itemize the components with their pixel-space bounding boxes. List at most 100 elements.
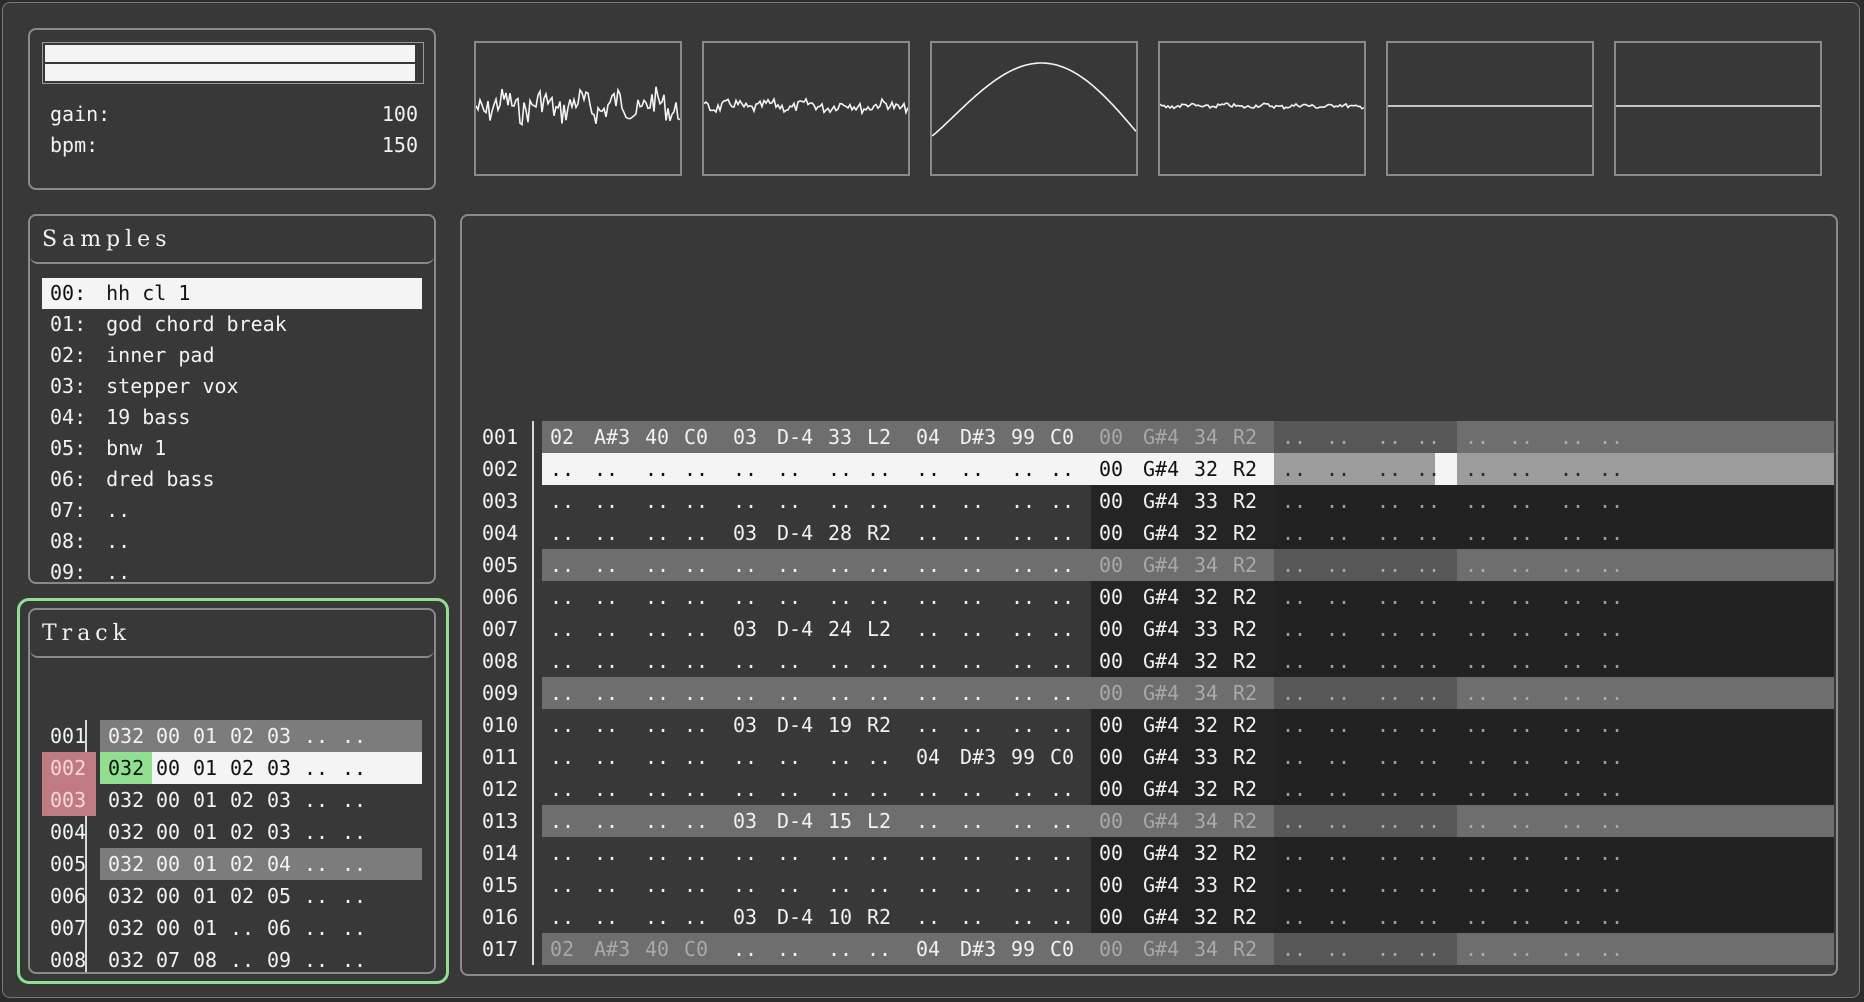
pattern-cell[interactable]: .. xyxy=(733,581,757,613)
pattern-cell[interactable]: .. xyxy=(916,869,940,901)
pattern-cell[interactable]: .. xyxy=(594,485,618,517)
pattern-cell[interactable]: .. xyxy=(828,741,852,773)
pattern-cell[interactable]: .. xyxy=(1050,837,1074,869)
track-row[interactable]: 008 032 07 08.. 09.... xyxy=(42,944,422,972)
pattern-cell[interactable]: G#4 xyxy=(1143,581,1179,613)
pattern-cell[interactable]: .. xyxy=(1282,421,1306,453)
pattern-row[interactable]: 004........ 03 D-4 28 R2........ 00 G#4 32 R2...… xyxy=(468,517,1834,549)
pattern-cell[interactable]: .. xyxy=(550,741,574,773)
pattern-row[interactable]: 011................ 04 D#3 99 C0 00 G#4 33 R2...… xyxy=(468,741,1834,773)
pattern-cell[interactable]: .. xyxy=(1465,549,1489,581)
pattern-row[interactable]: 012........................ 00 G#4 32 R2....… xyxy=(468,773,1834,805)
pattern-cell[interactable]: .. xyxy=(684,773,708,805)
pattern-cell[interactable]: .. xyxy=(1377,613,1401,645)
track-cell[interactable]: .. xyxy=(342,784,366,816)
pattern-cell[interactable]: .. xyxy=(1326,901,1350,933)
pattern-cell[interactable]: .. xyxy=(960,549,984,581)
track-cell[interactable]: 032 xyxy=(108,784,144,816)
pattern-cell[interactable]: 33 xyxy=(1194,613,1218,645)
pattern-cell[interactable]: .. xyxy=(1509,837,1533,869)
pattern-cell[interactable]: .. xyxy=(645,581,669,613)
pattern-cell[interactable]: .. xyxy=(1465,837,1489,869)
pattern-cell[interactable]: .. xyxy=(1326,549,1350,581)
pattern-cell[interactable]: .. xyxy=(1416,901,1440,933)
pattern-cell[interactable]: .. xyxy=(1560,613,1584,645)
pattern-cell[interactable]: 32 xyxy=(1194,517,1218,549)
pattern-cell[interactable]: .. xyxy=(1509,805,1533,837)
pattern-cell[interactable]: 34 xyxy=(1194,421,1218,453)
pattern-cell[interactable]: .. xyxy=(1560,421,1584,453)
pattern-cell[interactable]: .. xyxy=(594,613,618,645)
pattern-row[interactable]: 001 02 A#3 40 C0 03 D-4 33 L2 04 D#3 99 C0 00 G#4 34 R2.… xyxy=(468,421,1834,453)
pattern-cell[interactable]: .. xyxy=(1050,581,1074,613)
pattern-cell[interactable]: G#4 xyxy=(1143,549,1179,581)
pattern-cell[interactable]: .. xyxy=(1465,677,1489,709)
track-row[interactable]: 003 032 00 01 02 03.... xyxy=(42,784,422,816)
pattern-cell[interactable]: .. xyxy=(1377,517,1401,549)
pattern-row[interactable]: 010........ 03 D-4 19 R2........ 00 G#4 32 R2...… xyxy=(468,709,1834,741)
pattern-cell[interactable]: .. xyxy=(645,613,669,645)
track-sequence[interactable]: 001 032 00 01 02 03.... 002 032 00 01 02 03.... 003 0… xyxy=(42,720,422,972)
pattern-cell[interactable]: G#4 xyxy=(1143,677,1179,709)
track-cell[interactable]: .. xyxy=(304,880,328,912)
pattern-cell[interactable]: .. xyxy=(960,453,984,485)
pattern-cell[interactable]: .. xyxy=(550,805,574,837)
pattern-cell[interactable]: 00 xyxy=(1099,901,1123,933)
pattern-cell[interactable]: .. xyxy=(1011,645,1035,677)
pattern-cell[interactable]: .. xyxy=(1326,677,1350,709)
pattern-cell[interactable]: 00 xyxy=(1099,421,1123,453)
pattern-cell[interactable]: .. xyxy=(1377,645,1401,677)
pattern-cell[interactable]: .. xyxy=(1560,517,1584,549)
pattern-cell[interactable]: .. xyxy=(1465,933,1489,965)
pattern-cell[interactable]: .. xyxy=(1465,421,1489,453)
pattern-cell[interactable]: .. xyxy=(1326,741,1350,773)
pattern-cell[interactable]: G#4 xyxy=(1143,901,1179,933)
pattern-cell[interactable]: .. xyxy=(684,645,708,677)
pattern-cell[interactable]: .. xyxy=(1326,613,1350,645)
pattern-cell[interactable]: .. xyxy=(594,869,618,901)
pattern-cell[interactable]: .. xyxy=(1509,453,1533,485)
pattern-cell[interactable]: .. xyxy=(1599,645,1623,677)
pattern-cell[interactable]: G#4 xyxy=(1143,613,1179,645)
pattern-cell[interactable]: .. xyxy=(916,453,940,485)
track-cell[interactable]: 06 xyxy=(267,912,291,944)
track-cell[interactable]: 00 xyxy=(156,720,180,752)
pattern-cell[interactable]: .. xyxy=(1326,837,1350,869)
pattern-cell[interactable]: .. xyxy=(1011,485,1035,517)
pattern-cell[interactable]: 04 xyxy=(916,421,940,453)
pattern-cell[interactable]: .. xyxy=(1560,581,1584,613)
pattern-cell[interactable]: 00 xyxy=(1099,709,1123,741)
pattern-cell[interactable]: 32 xyxy=(1194,773,1218,805)
sample-item[interactable]: 09:.. xyxy=(42,557,422,582)
pattern-cell[interactable]: .. xyxy=(1377,837,1401,869)
track-cell[interactable]: .. xyxy=(304,752,328,784)
pattern-cell[interactable]: .. xyxy=(828,453,852,485)
pattern-cell[interactable]: 03 xyxy=(733,613,757,645)
pattern-cell[interactable]: .. xyxy=(684,869,708,901)
sample-item[interactable]: 07:.. xyxy=(42,495,422,526)
pattern-cell[interactable]: .. xyxy=(645,453,669,485)
sample-item[interactable]: 00: hh cl 1 xyxy=(42,278,422,309)
pattern-cell[interactable]: .. xyxy=(916,613,940,645)
pattern-cell[interactable]: .. xyxy=(1599,677,1623,709)
pattern-cell[interactable]: .. xyxy=(1599,485,1623,517)
pattern-cell[interactable]: .. xyxy=(1599,517,1623,549)
pattern-cell[interactable]: .. xyxy=(594,805,618,837)
pattern-cell[interactable]: .. xyxy=(1377,773,1401,805)
pattern-cell[interactable]: .. xyxy=(1282,485,1306,517)
pattern-cell[interactable]: .. xyxy=(1282,581,1306,613)
pattern-cell[interactable]: .. xyxy=(550,645,574,677)
track-row[interactable]: 001 032 00 01 02 03.... xyxy=(42,720,422,752)
pattern-cell[interactable]: .. xyxy=(550,453,574,485)
track-cell[interactable]: 02 xyxy=(230,752,254,784)
pattern-cell[interactable]: G#4 xyxy=(1143,805,1179,837)
pattern-cell[interactable]: 03 xyxy=(733,805,757,837)
track-cell[interactable]: 01 xyxy=(193,720,217,752)
track-cell[interactable]: 032 xyxy=(108,816,144,848)
pattern-cell[interactable]: .. xyxy=(1326,933,1350,965)
pattern-cell[interactable]: .. xyxy=(1509,485,1533,517)
pattern-cell[interactable]: .. xyxy=(645,805,669,837)
pattern-cell[interactable]: .. xyxy=(867,773,891,805)
pattern-cell[interactable]: .. xyxy=(1560,837,1584,869)
pattern-cell[interactable]: .. xyxy=(550,869,574,901)
